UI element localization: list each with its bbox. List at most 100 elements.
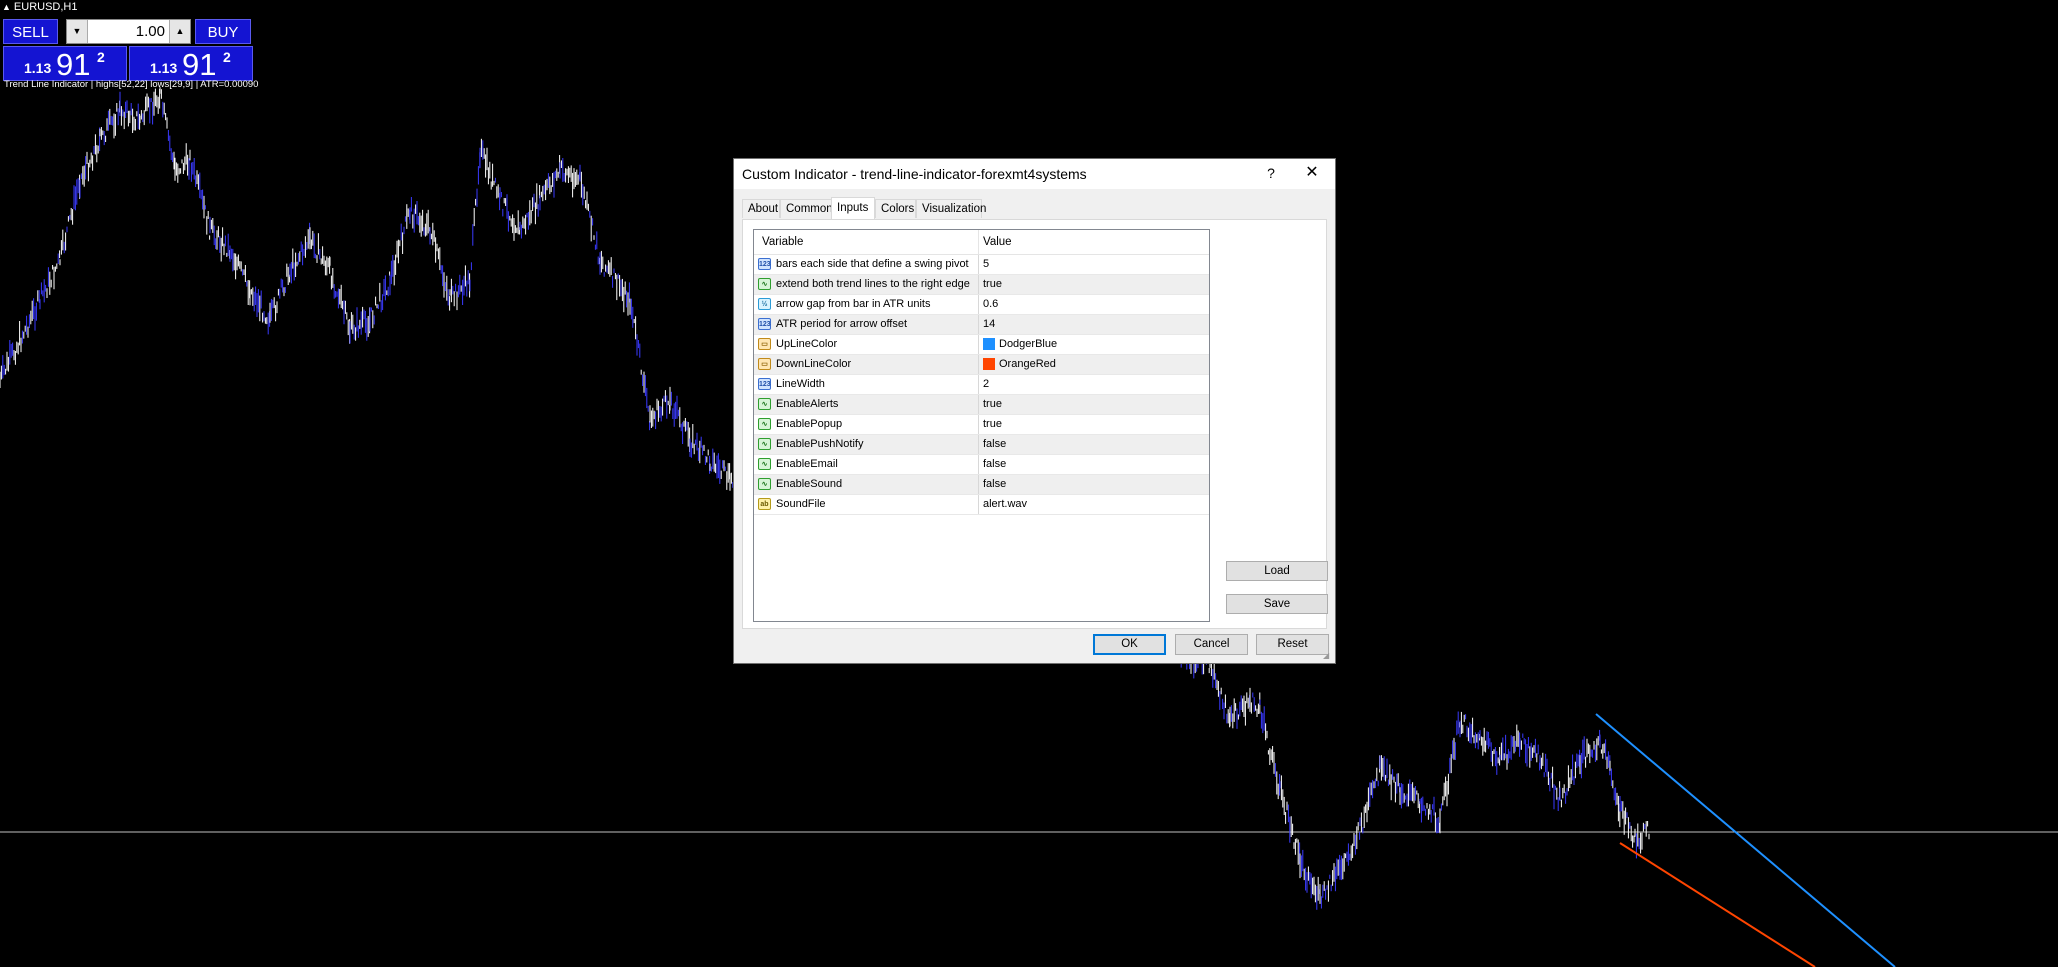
param-type-icon: ∿ <box>758 438 771 450</box>
tab-visualization[interactable]: Visualization <box>916 199 986 218</box>
param-name-cell[interactable]: ▭ DownLineColor <box>754 355 979 374</box>
param-name: arrow gap from bar in ATR units <box>776 298 931 310</box>
custom-indicator-dialog: Custom Indicator - trend-line-indicator-… <box>733 158 1336 664</box>
param-name-cell[interactable]: ∿ EnablePushNotify <box>754 435 979 454</box>
dialog-titlebar[interactable]: Custom Indicator - trend-line-indicator-… <box>734 159 1335 189</box>
param-row[interactable]: ▭ UpLineColor DodgerBlue <box>754 335 1209 355</box>
tab-colors[interactable]: Colors <box>875 199 916 218</box>
param-name: ATR period for arrow offset <box>776 318 908 330</box>
param-value: false <box>983 478 1007 490</box>
save-button[interactable]: Save <box>1226 594 1328 614</box>
param-value-cell[interactable]: true <box>979 415 1209 434</box>
color-swatch-icon <box>983 358 995 370</box>
sell-button[interactable]: SELL <box>3 19 58 44</box>
param-value-cell[interactable]: false <box>979 455 1209 474</box>
param-row[interactable]: 123 ATR period for arrow offset 14 <box>754 315 1209 335</box>
param-row[interactable]: ∿ extend both trend lines to the right ed… <box>754 275 1209 295</box>
cancel-button[interactable]: Cancel <box>1175 634 1248 655</box>
bid-price-prefix: 1.13 <box>24 60 52 76</box>
resize-grip-icon[interactable]: ◢ <box>1323 651 1333 661</box>
param-type-icon: ▭ <box>758 358 771 370</box>
param-value-cell[interactable]: true <box>979 395 1209 414</box>
param-value-cell[interactable]: DodgerBlue <box>979 335 1209 354</box>
ask-price-main: 91 <box>182 47 217 82</box>
param-type-icon: ∿ <box>758 478 771 490</box>
param-row[interactable]: ab SoundFile alert.wav <box>754 495 1209 515</box>
param-value-cell[interactable]: alert.wav <box>979 495 1209 514</box>
lot-size-input[interactable]: ▼ 1.00 ▲ <box>66 19 191 44</box>
param-type-icon: ½ <box>758 298 771 310</box>
param-value-cell[interactable]: 0.6 <box>979 295 1209 314</box>
param-row[interactable]: ∿ EnableEmail false <box>754 455 1209 475</box>
down-trend-line <box>1619 842 1816 967</box>
symbol-triangle-icon[interactable]: ▲ <box>2 2 11 12</box>
param-name-cell[interactable]: ∿ EnableAlerts <box>754 395 979 414</box>
param-name: LineWidth <box>776 378 825 390</box>
bid-price-main: 91 <box>56 47 91 82</box>
param-value-cell[interactable]: 2 <box>979 375 1209 394</box>
tab-about[interactable]: About <box>742 199 780 218</box>
bid-price-fraction: 2 <box>97 49 105 65</box>
param-value-cell[interactable]: OrangeRed <box>979 355 1209 374</box>
param-value: true <box>983 398 1002 410</box>
load-button[interactable]: Load <box>1226 561 1328 581</box>
param-name-cell[interactable]: ▭ UpLineColor <box>754 335 979 354</box>
reset-button[interactable]: Reset <box>1256 634 1329 655</box>
param-name-cell[interactable]: ∿ EnablePopup <box>754 415 979 434</box>
close-icon[interactable]: ✕ <box>1300 161 1324 185</box>
bid-price[interactable]: 1.13 91 2 <box>3 46 127 82</box>
column-value[interactable]: Value <box>983 236 1012 248</box>
lot-increase-icon[interactable]: ▲ <box>169 20 190 43</box>
param-row[interactable]: ▭ DownLineColor OrangeRed <box>754 355 1209 375</box>
ask-price-fraction: 2 <box>223 49 231 65</box>
param-name-cell[interactable]: 123 ATR period for arrow offset <box>754 315 979 334</box>
param-name: UpLineColor <box>776 338 838 350</box>
param-name: EnableAlerts <box>776 398 839 410</box>
param-value: true <box>983 278 1002 290</box>
param-row[interactable]: 123 LineWidth 2 <box>754 375 1209 395</box>
param-row[interactable]: ∿ EnableAlerts true <box>754 395 1209 415</box>
column-separator <box>978 230 979 254</box>
param-name-cell[interactable]: 123 LineWidth <box>754 375 979 394</box>
param-row[interactable]: ∿ EnablePopup true <box>754 415 1209 435</box>
param-value-cell[interactable]: false <box>979 475 1209 494</box>
param-value: false <box>983 458 1007 470</box>
param-type-icon: ∿ <box>758 458 771 470</box>
param-row[interactable]: ½ arrow gap from bar in ATR units 0.6 <box>754 295 1209 315</box>
param-name-cell[interactable]: 123 bars each side that define a swing pi… <box>754 255 979 274</box>
ask-price-prefix: 1.13 <box>150 60 178 76</box>
param-value-cell[interactable]: 14 <box>979 315 1209 334</box>
symbol-label: ▲ EURUSD,H1 <box>2 1 78 13</box>
param-name: EnablePopup <box>776 418 843 430</box>
tab-inputs[interactable]: Inputs <box>831 197 875 220</box>
tab-common[interactable]: Common <box>780 199 833 218</box>
ask-price[interactable]: 1.13 91 2 <box>129 46 253 82</box>
param-type-icon: ∿ <box>758 418 771 430</box>
help-icon[interactable]: ? <box>1261 163 1281 183</box>
buy-button[interactable]: BUY <box>195 19 251 44</box>
lot-decrease-icon[interactable]: ▼ <box>67 20 88 43</box>
param-name-cell[interactable]: ∿ EnableEmail <box>754 455 979 474</box>
param-type-icon: 123 <box>758 318 771 330</box>
param-value-cell[interactable]: true <box>979 275 1209 294</box>
column-variable[interactable]: Variable <box>762 236 803 248</box>
param-value-cell[interactable]: 5 <box>979 255 1209 274</box>
param-name: EnableSound <box>776 478 843 490</box>
one-click-trading-panel: SELL ▼ 1.00 ▲ BUY 1.13 91 2 1.13 91 2 <box>3 19 253 82</box>
param-name: EnableEmail <box>776 458 838 470</box>
param-row[interactable]: ∿ EnablePushNotify false <box>754 435 1209 455</box>
param-name-cell[interactable]: ab SoundFile <box>754 495 979 514</box>
param-value: 2 <box>983 378 990 390</box>
param-name-cell[interactable]: ∿ EnableSound <box>754 475 979 494</box>
param-name-cell[interactable]: ½ arrow gap from bar in ATR units <box>754 295 979 314</box>
param-row[interactable]: 123 bars each side that define a swing pi… <box>754 255 1209 275</box>
inputs-grid[interactable]: Variable Value 123 bars each side that de… <box>753 229 1210 622</box>
param-value-cell[interactable]: false <box>979 435 1209 454</box>
param-value: 0.6 <box>983 298 999 310</box>
param-type-icon: 123 <box>758 258 771 270</box>
param-name-cell[interactable]: ∿ extend both trend lines to the right ed… <box>754 275 979 294</box>
param-type-icon: ▭ <box>758 338 771 350</box>
ok-button[interactable]: OK <box>1093 634 1166 655</box>
param-row[interactable]: ∿ EnableSound false <box>754 475 1209 495</box>
lot-value[interactable]: 1.00 <box>136 20 165 43</box>
